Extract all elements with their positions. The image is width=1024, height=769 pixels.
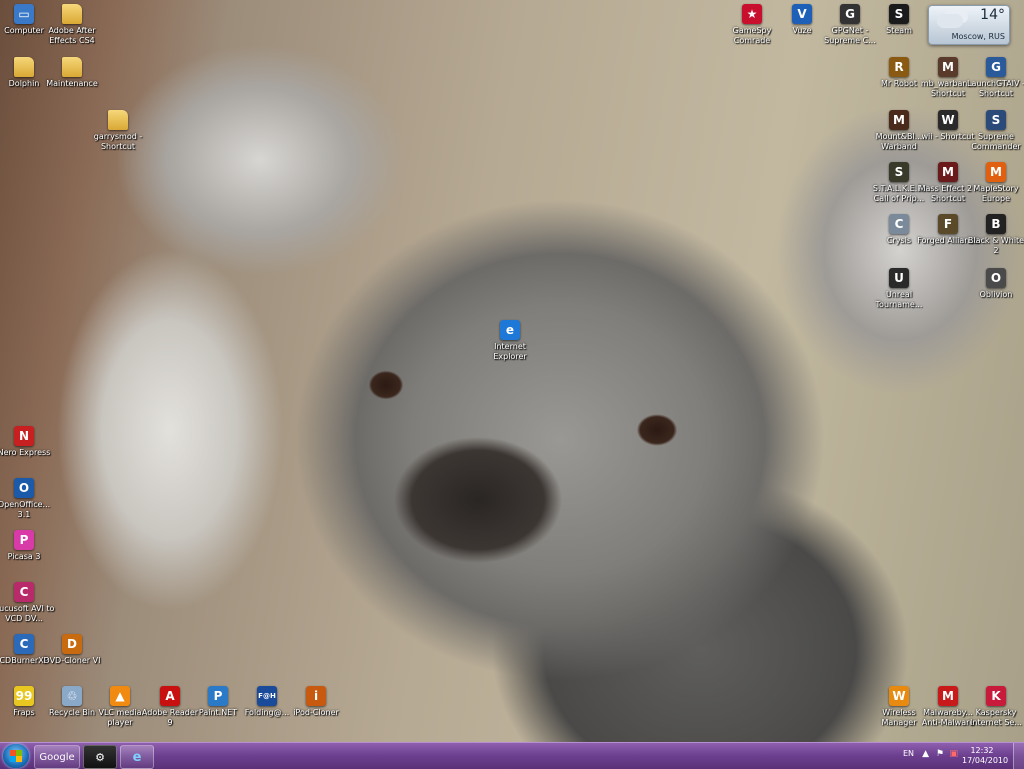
app-icon: B: [986, 214, 1006, 234]
windows-logo-icon: [10, 750, 22, 762]
desktop-icon-label: Black & White 2: [967, 236, 1024, 255]
app-icon: D: [62, 634, 82, 654]
desktop-icon-label: Oblivion: [979, 290, 1013, 299]
steam-icon: ⚙: [95, 750, 105, 764]
desktop-icon-label: Supreme Commander: [971, 132, 1021, 151]
app-icon: A: [160, 686, 180, 706]
taskbar-internet-explorer[interactable]: e: [120, 745, 154, 769]
desktop-icon[interactable]: e Internet Explorer: [479, 320, 541, 362]
app-icon: e: [500, 320, 520, 340]
desktop-icon[interactable]: U Unreal Tourname...: [868, 268, 930, 310]
desktop-icon-label: Steam: [886, 26, 912, 35]
desktop-icon-label: Unreal Tourname...: [875, 290, 923, 309]
app-icon: O: [986, 268, 1006, 288]
taskbar-steam[interactable]: ⚙: [83, 745, 117, 769]
app-icon: V: [792, 4, 812, 24]
weather-gadget[interactable]: 14° Moscow, RUS: [928, 5, 1010, 45]
internet-explorer-icon: e: [132, 749, 142, 765]
desktop-icon[interactable]: G LaunchGTAIV - Shortcut: [965, 57, 1024, 99]
app-icon: G: [840, 4, 860, 24]
app-icon: S: [986, 110, 1006, 130]
desktop-icon-label: Maintenance: [46, 79, 98, 88]
app-icon: C: [14, 634, 34, 654]
weather-city: Moscow, RUS: [951, 32, 1005, 41]
app-icon: U: [889, 268, 909, 288]
taskbar: Google ⚙ e EN ▲ ⚑ ▣ 12:32 17/04/2010: [0, 742, 1024, 769]
app-icon: K: [986, 686, 1006, 706]
app-icon: [108, 110, 128, 130]
desktop-icon-label: Picasa 3: [7, 552, 41, 561]
desktop-icon[interactable]: D DVD-Cloner VI: [41, 634, 103, 666]
app-icon: G: [986, 57, 1006, 77]
app-icon: W: [889, 686, 909, 706]
clock-time: 12:32: [970, 746, 994, 755]
weather-temperature: 14°: [980, 7, 1005, 23]
cloud-icon: [937, 14, 963, 28]
app-icon: P: [208, 686, 228, 706]
app-icon: M: [938, 162, 958, 182]
app-icon: M: [889, 110, 909, 130]
app-icon: ▭: [14, 4, 34, 24]
language-indicator[interactable]: EN: [903, 749, 914, 758]
app-icon: N: [14, 426, 34, 446]
desktop: ▭ Computer Adobe After Effects CS4 Dolphin M…: [0, 0, 1024, 742]
taskbar-google-label: Google: [39, 751, 75, 763]
clock[interactable]: 12:32 17/04/2010: [962, 746, 1009, 766]
desktop-icon[interactable]: Adobe After Effects CS4: [41, 4, 103, 46]
app-icon: S: [889, 162, 909, 182]
taskbar-google[interactable]: Google: [34, 745, 80, 769]
show-desktop-button[interactable]: [1013, 743, 1024, 769]
desktop-icon-label: Adobe After Effects CS4: [48, 26, 96, 45]
app-icon: ♲: [62, 686, 82, 706]
desktop-icon[interactable]: S Supreme Commander: [965, 110, 1024, 152]
app-icon: i: [306, 686, 326, 706]
desktop-icon[interactable]: C Cucusoft AVI to VCD DV...: [0, 582, 55, 624]
desktop-icon[interactable]: S Steam: [868, 4, 930, 36]
app-icon: F: [938, 214, 958, 234]
desktop-icon[interactable]: B Black & White 2: [965, 214, 1024, 256]
show-hidden-icons-icon[interactable]: ▲: [922, 749, 929, 759]
app-icon: [62, 57, 82, 77]
desktop-icon[interactable]: N Nero Express: [0, 426, 55, 458]
desktop-icon-label: Nero Express: [0, 448, 51, 457]
system-tray: EN ▲ ⚑ ▣ 12:32 17/04/2010: [874, 743, 1024, 769]
clock-date: 17/04/2010: [962, 756, 1009, 765]
app-icon: F@H: [257, 686, 277, 706]
desktop-icon-label: Internet Explorer: [493, 342, 527, 361]
app-icon: M: [986, 162, 1006, 182]
app-icon: ▲: [110, 686, 130, 706]
desktop-icon[interactable]: O Oblivion: [965, 268, 1024, 300]
desktop-icon[interactable]: P Picasa 3: [0, 530, 55, 562]
desktop-icon[interactable]: garrysmod - Shortcut: [87, 110, 149, 152]
desktop-icon[interactable]: Maintenance: [41, 57, 103, 89]
app-icon: R: [889, 57, 909, 77]
desktop-icon-label: garrysmod - Shortcut: [93, 132, 143, 151]
flag-icon[interactable]: ⚑: [936, 749, 944, 759]
desktop-icon[interactable]: O OpenOffice... 3.1: [0, 478, 55, 520]
desktop-icon-label: iPod-Cloner: [293, 708, 339, 717]
app-icon: P: [14, 530, 34, 550]
app-icon: W: [938, 110, 958, 130]
desktop-icon-label: DVD-Cloner VI: [43, 656, 101, 665]
app-icon: [62, 4, 82, 24]
app-icon: M: [938, 57, 958, 77]
app-icon: [14, 57, 34, 77]
desktop-icon-label: MapleStory Europe: [973, 184, 1019, 203]
start-button[interactable]: [3, 744, 29, 768]
network-icon[interactable]: ▣: [949, 749, 958, 759]
app-icon: C: [14, 582, 34, 602]
app-icon: O: [14, 478, 34, 498]
app-icon: C: [889, 214, 909, 234]
desktop-icon-label: LaunchGTAIV - Shortcut: [967, 79, 1024, 98]
app-icon: M: [938, 686, 958, 706]
desktop-icon[interactable]: K Kaspersky Internet Se...: [965, 686, 1024, 728]
desktop-icon[interactable]: i iPod-Cloner: [285, 686, 347, 718]
app-icon: ★: [742, 4, 762, 24]
desktop-icon[interactable]: M MapleStory Europe: [965, 162, 1024, 204]
app-icon: 99: [14, 686, 34, 706]
app-icon: S: [889, 4, 909, 24]
desktop-icon-label: Cucusoft AVI to VCD DV...: [0, 604, 55, 623]
desktop-icon-label: OpenOffice... 3.1: [0, 500, 51, 519]
desktop-icon-label: Kaspersky Internet Se...: [970, 708, 1022, 727]
